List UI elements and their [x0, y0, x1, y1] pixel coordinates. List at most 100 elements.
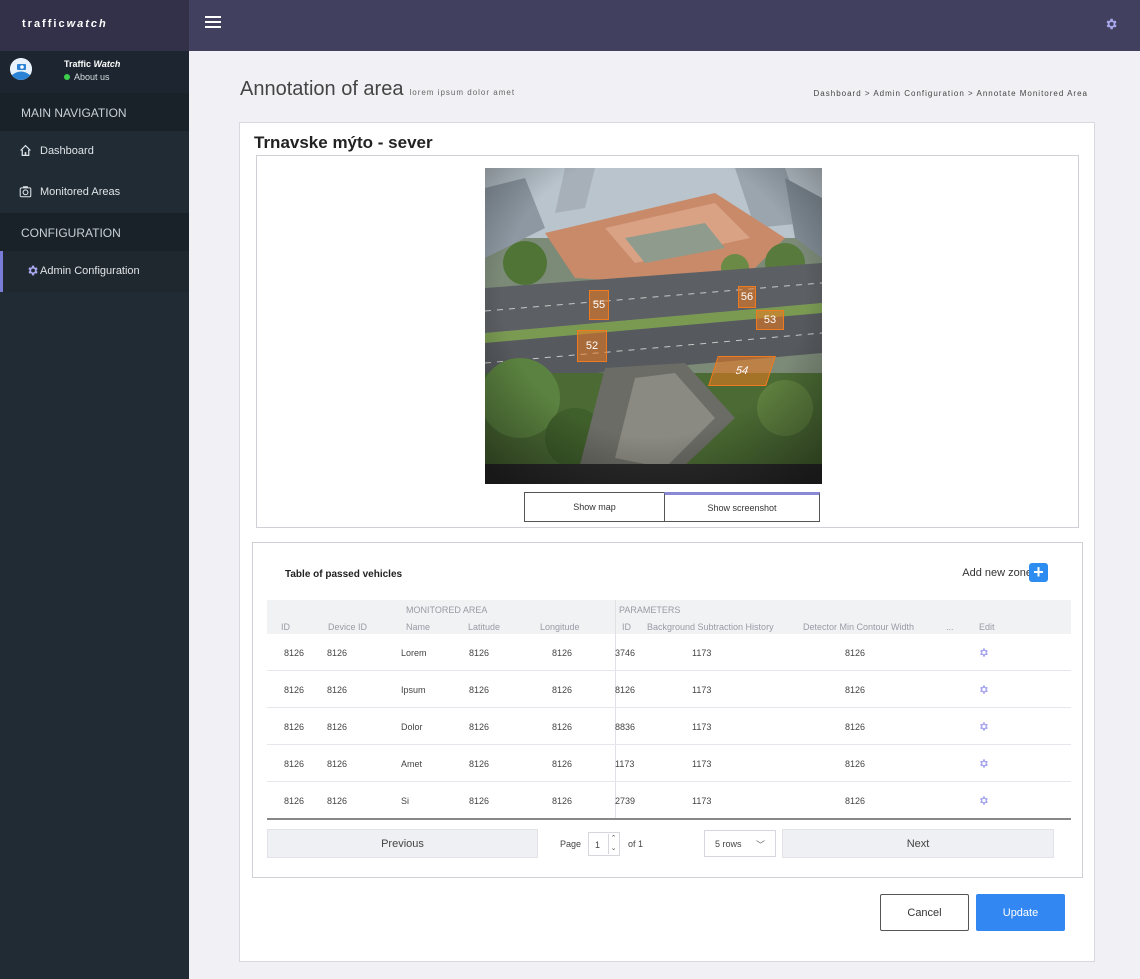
zone-marker-54[interactable]: 54 [708, 356, 776, 386]
cell-id: 8126 [284, 685, 305, 695]
cell-detector-min-contour-width: 8126 [845, 759, 866, 769]
traffic-camera-icon [10, 58, 32, 80]
sidebar-item-monitored-areas[interactable]: Monitored Areas [0, 172, 189, 213]
column-header-latitude[interactable]: Latitude [468, 622, 500, 632]
cell-id: 8126 [284, 796, 305, 806]
cell-device-id: 8126 [327, 685, 348, 695]
zone-marker-55[interactable]: 55 [589, 290, 609, 320]
update-button[interactable]: Update [976, 894, 1065, 931]
next-button[interactable]: Next [782, 829, 1054, 858]
sidebar-item-dashboard[interactable]: Dashboard [0, 131, 189, 172]
brand-logo[interactable]: trafficwatch [0, 0, 189, 51]
previous-button[interactable]: Previous [267, 829, 538, 858]
edit-gear-icon[interactable] [978, 647, 989, 658]
cell-parameter-id: 8126 [615, 685, 636, 695]
table-divider [267, 818, 1071, 820]
table-row[interactable]: 8126 8126 Amet 8126 8126 1173 1173 8126 [267, 745, 1071, 782]
cell-latitude: 8126 [469, 796, 490, 806]
cell-longitude: 8126 [552, 722, 573, 732]
menu-toggle-icon[interactable] [198, 13, 228, 37]
sidebar-item-admin-configuration[interactable]: Admin Configuration [0, 251, 189, 292]
page-title: Annotation of area lorem ipsum dolor amet [240, 78, 516, 100]
user-panel: Traffic Watch About us [0, 51, 189, 93]
cell-detector-min-contour-width: 8126 [845, 796, 866, 806]
column-header-parameter-id[interactable]: ID [622, 622, 631, 632]
column-header-name[interactable]: Name [406, 622, 430, 632]
sidebar: Traffic Watch About us MAIN NAVIGATION D… [0, 51, 189, 979]
table-row[interactable]: 8126 8126 Si 8126 8126 2739 1173 8126 [267, 782, 1071, 819]
page-label: Page [560, 839, 582, 849]
sidebar-item-label: Monitored Areas [40, 186, 121, 198]
cell-parameter-id: 2739 [615, 796, 636, 806]
edit-gear-icon[interactable] [978, 758, 989, 769]
cancel-button[interactable]: Cancel [880, 894, 969, 931]
main-navigation-header: MAIN NAVIGATION [0, 93, 189, 131]
settings-gear-icon[interactable] [1104, 17, 1118, 31]
show-screenshot-button[interactable]: Show screenshot [664, 492, 820, 522]
table-row[interactable]: 8126 8126 Ipsum 8126 8126 8126 1173 8126 [267, 671, 1071, 708]
column-header-device-id[interactable]: Device ID [328, 622, 367, 632]
online-status-icon [64, 74, 70, 80]
cell-latitude: 8126 [469, 759, 490, 769]
annotation-card: Trnavske mýto - sever 55 56 53 52 54 Sho… [239, 122, 1095, 962]
cell-device-id: 8126 [327, 796, 348, 806]
camera-icon [19, 186, 32, 198]
configuration-header: CONFIGURATION [0, 213, 189, 251]
cell-detector-min-contour-width: 8126 [845, 722, 866, 732]
cell-latitude: 8126 [469, 648, 490, 658]
table-title: Table of passed vehicles [285, 569, 403, 580]
table-header: MONITORED AREA PARAMETERS ID Device ID N… [267, 600, 1071, 634]
cell-detector-min-contour-width: 8126 [845, 648, 866, 658]
breadcrumb[interactable]: Dashboard > Admin Configuration > Annota… [814, 89, 1088, 98]
column-header-background-subtraction-history[interactable]: Background Subtraction History [647, 622, 774, 632]
cell-id: 8126 [284, 759, 305, 769]
show-map-button[interactable]: Show map [524, 492, 665, 522]
cell-longitude: 8126 [552, 685, 573, 695]
cell-device-id: 8126 [327, 648, 348, 658]
column-header-more[interactable]: ... [946, 622, 954, 632]
user-status-link[interactable]: About us [64, 72, 110, 82]
cell-id: 8126 [284, 722, 305, 732]
cell-latitude: 8126 [469, 722, 490, 732]
table-row[interactable]: 8126 8126 Dolor 8126 8126 8836 1173 8126 [267, 708, 1071, 745]
rows-per-page-select[interactable]: 5 rows ﹀ [704, 830, 776, 857]
cell-name: Dolor [401, 722, 423, 732]
cell-device-id: 8126 [327, 759, 348, 769]
cell-background-subtraction-history: 1173 [692, 722, 712, 732]
cell-background-subtraction-history: 1173 [692, 685, 712, 695]
edit-gear-icon[interactable] [978, 721, 989, 732]
cell-longitude: 8126 [552, 648, 573, 658]
cell-name: Amet [401, 759, 423, 769]
sidebar-item-label: Dashboard [40, 145, 94, 157]
page-total: of 1 [628, 839, 644, 849]
column-header-edit: Edit [979, 622, 995, 632]
vehicles-table-panel: Table of passed vehicles Add new zone + … [252, 542, 1083, 878]
rows-per-page-value: 5 rows [715, 839, 742, 849]
parameters-group-header: PARAMETERS [619, 605, 681, 615]
page-stepper-icon[interactable]: ⌃ ⌄ [608, 834, 618, 854]
cell-name: Lorem [401, 648, 427, 658]
gear-icon [28, 265, 38, 276]
camera-screenshot[interactable]: 55 56 53 52 54 [485, 168, 822, 484]
column-header-longitude[interactable]: Longitude [540, 622, 580, 632]
plus-icon[interactable]: + [1029, 563, 1048, 582]
user-name: Traffic Watch [64, 59, 121, 69]
cell-background-subtraction-history: 1173 [692, 648, 712, 658]
column-header-detector-min-contour-width[interactable]: Detector Min Contour Width [803, 622, 914, 632]
cell-latitude: 8126 [469, 685, 490, 695]
page-number-input[interactable]: 1 ⌃ ⌄ [588, 832, 620, 856]
edit-gear-icon[interactable] [978, 684, 989, 695]
add-new-zone-label[interactable]: Add new zone [962, 567, 1032, 579]
cell-name: Ipsum [401, 685, 426, 695]
zone-marker-53[interactable]: 53 [756, 310, 784, 330]
zone-marker-56[interactable]: 56 [738, 286, 756, 308]
column-header-id[interactable]: ID [281, 622, 290, 632]
table-row[interactable]: 8126 8126 Lorem 8126 8126 3746 1173 8126 [267, 634, 1071, 671]
zone-marker-52[interactable]: 52 [577, 330, 607, 362]
monitored-area-group-header: MONITORED AREA [406, 605, 488, 615]
edit-gear-icon[interactable] [978, 795, 989, 806]
cell-detector-min-contour-width: 8126 [845, 685, 866, 695]
cell-background-subtraction-history: 1173 [692, 796, 712, 806]
cell-parameter-id: 1173 [615, 759, 635, 769]
top-bar: trafficwatch [0, 0, 1140, 51]
